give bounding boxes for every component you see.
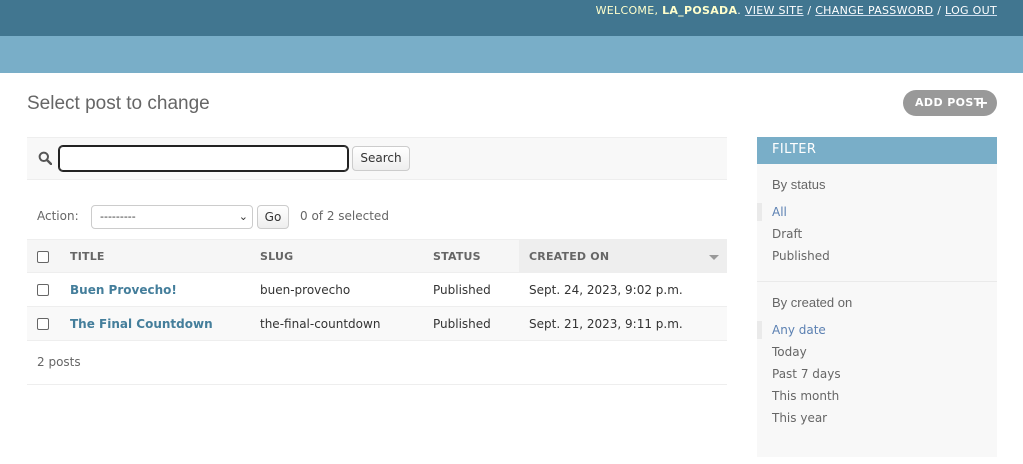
change-password-link[interactable]: CHANGE PASSWORD — [815, 4, 933, 17]
search-input[interactable] — [58, 145, 349, 172]
filter-option-any-date[interactable]: Any date — [757, 319, 982, 341]
table-row: The Final Countdown the-final-countdown … — [27, 306, 727, 341]
filter-option-past-7-days[interactable]: Past 7 days — [772, 363, 982, 385]
filter-heading-status: By status — [772, 177, 826, 192]
action-selected-option: --------- — [100, 210, 136, 223]
column-header-created-on[interactable]: CREATED ON — [519, 239, 727, 273]
search-icon — [38, 151, 52, 165]
filter-title: FILTER — [757, 137, 997, 164]
add-post-button[interactable]: ADD POST + — [903, 90, 997, 116]
actions-bar: Action: --------- ⌄ Go 0 of 2 selected — [27, 200, 727, 240]
cell-status: Published — [423, 306, 519, 341]
filter-option-all[interactable]: All — [757, 201, 982, 223]
filter-option-today[interactable]: Today — [772, 341, 982, 363]
view-site-link[interactable]: VIEW SITE — [745, 4, 804, 17]
column-header-slug[interactable]: SLUG — [250, 239, 423, 273]
add-post-label: ADD POST — [915, 96, 982, 109]
select-all-cell — [27, 239, 60, 273]
filter-section-status: By status All Draft Published — [757, 164, 997, 282]
post-title-link[interactable]: Buen Provecho! — [70, 283, 177, 297]
breadcrumb-bar — [0, 36, 1023, 73]
user-tools: WELCOME, LA_POSADA. VIEW SITE / CHANGE P… — [595, 4, 997, 17]
filter-option-draft[interactable]: Draft — [772, 223, 982, 245]
column-header-title[interactable]: TITLE — [60, 239, 250, 273]
action-select[interactable]: --------- ⌄ — [91, 205, 253, 229]
search-button[interactable]: Search — [352, 146, 410, 171]
table-row: Buen Provecho! buen-provecho Published S… — [27, 272, 727, 307]
username: LA_POSADA — [662, 4, 738, 17]
results-table: TITLE SLUG STATUS CREATED ON Buen Provec… — [27, 239, 727, 341]
row-checkbox-cell — [27, 272, 60, 307]
cell-slug: buen-provecho — [250, 272, 423, 307]
cell-created-on: Sept. 24, 2023, 9:02 p.m. — [519, 272, 727, 307]
filter-option-published[interactable]: Published — [772, 245, 982, 267]
site-header: WELCOME, LA_POSADA. VIEW SITE / CHANGE P… — [0, 0, 1023, 36]
go-button[interactable]: Go — [257, 205, 289, 229]
chevron-down-icon: ⌄ — [238, 210, 248, 223]
cell-created-on: Sept. 21, 2023, 9:11 p.m. — [519, 306, 727, 341]
action-label: Action: — [37, 209, 79, 223]
filter-option-this-year[interactable]: This year — [772, 407, 982, 429]
table-header-row: TITLE SLUG STATUS CREATED ON — [27, 239, 727, 273]
column-header-status[interactable]: STATUS — [423, 239, 519, 273]
filter-heading-created-on: By created on — [772, 295, 853, 310]
row-checkbox[interactable] — [37, 318, 49, 330]
cell-slug: the-final-countdown — [250, 306, 423, 341]
search-toolbar: Search — [27, 137, 727, 180]
cell-status: Published — [423, 272, 519, 307]
selection-count: 0 of 2 selected — [300, 209, 389, 223]
cell-title: Buen Provecho! — [60, 272, 250, 307]
sort-descending-icon[interactable] — [709, 255, 719, 260]
cell-title: The Final Countdown — [60, 306, 250, 341]
welcome-text: WELCOME, — [595, 4, 659, 17]
row-checkbox[interactable] — [37, 284, 49, 296]
post-title-link[interactable]: The Final Countdown — [70, 317, 213, 331]
filter-section-created-on: By created on Any date Today Past 7 days… — [757, 282, 997, 443]
log-out-link[interactable]: LOG OUT — [945, 4, 997, 17]
filter-sidebar: FILTER By status All Draft Published By … — [757, 137, 997, 457]
plus-icon: + — [975, 93, 989, 112]
page-title: Select post to change — [27, 93, 210, 114]
filter-option-this-month[interactable]: This month — [772, 385, 982, 407]
row-checkbox-cell — [27, 306, 60, 341]
select-all-checkbox[interactable] — [37, 250, 49, 263]
column-header-created-on-label: CREATED ON — [529, 249, 610, 263]
paginator: 2 posts — [27, 341, 727, 385]
